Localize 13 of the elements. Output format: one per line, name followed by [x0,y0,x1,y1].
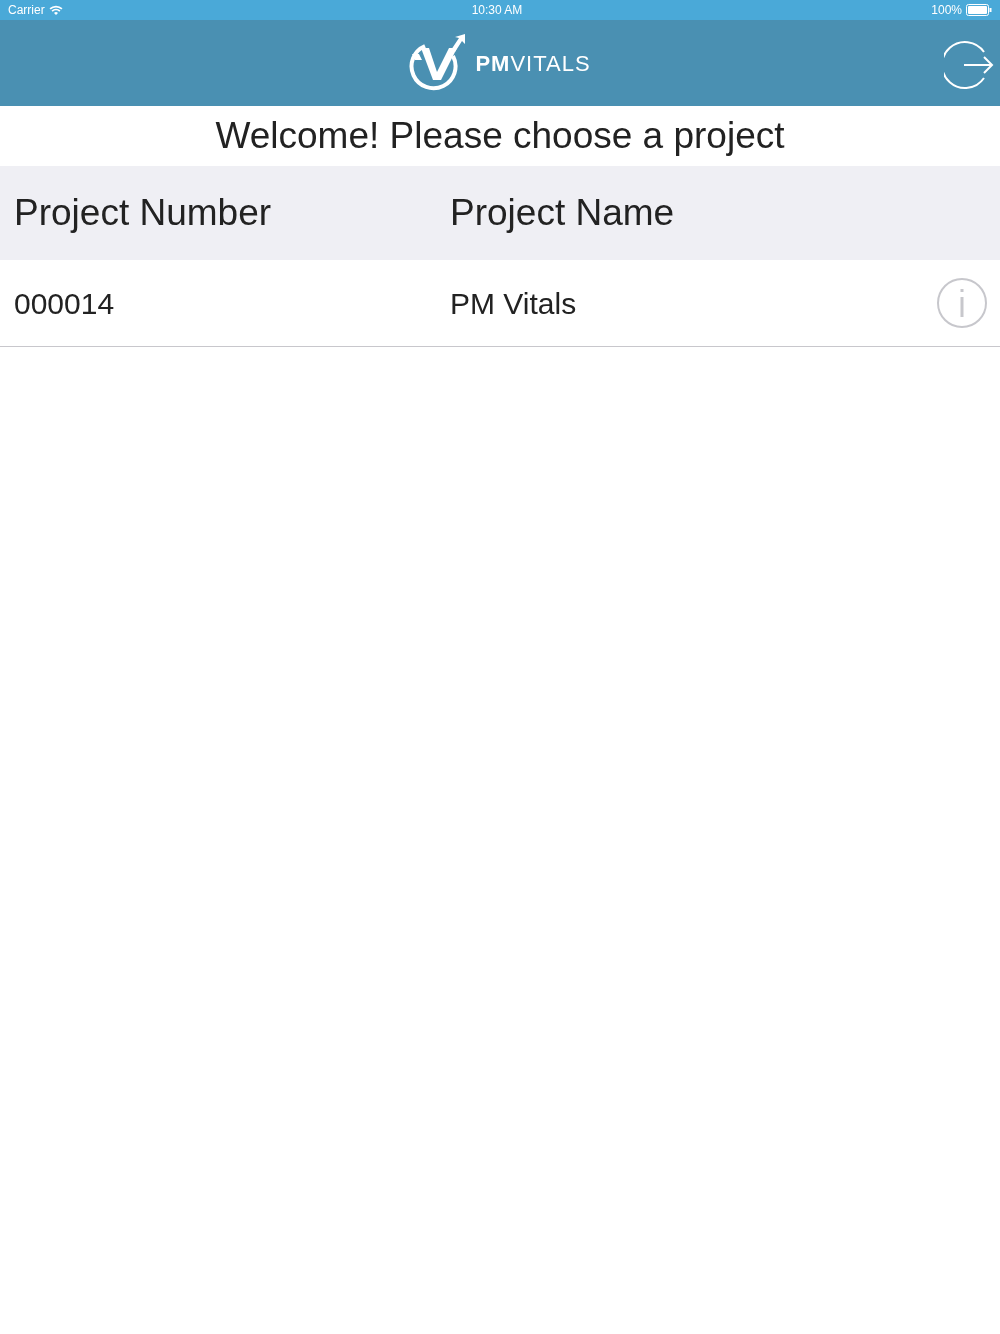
page-title: Welcome! Please choose a project [214,114,786,159]
logo-text: PMVITALS [475,49,591,78]
info-icon [959,289,965,317]
carrier-label: Carrier [8,2,45,19]
column-header: Project Name [450,191,675,236]
table-cell-text: 000014 [13,285,116,322]
wifi-icon [48,4,63,16]
column-header: Project Number [13,191,273,236]
clock: 10:30 AM [471,2,523,19]
logout-button[interactable] [943,39,995,91]
battery-icon [966,4,992,16]
table-cell-text: PM Vitals [450,285,578,322]
battery-label: 100% [931,2,962,19]
